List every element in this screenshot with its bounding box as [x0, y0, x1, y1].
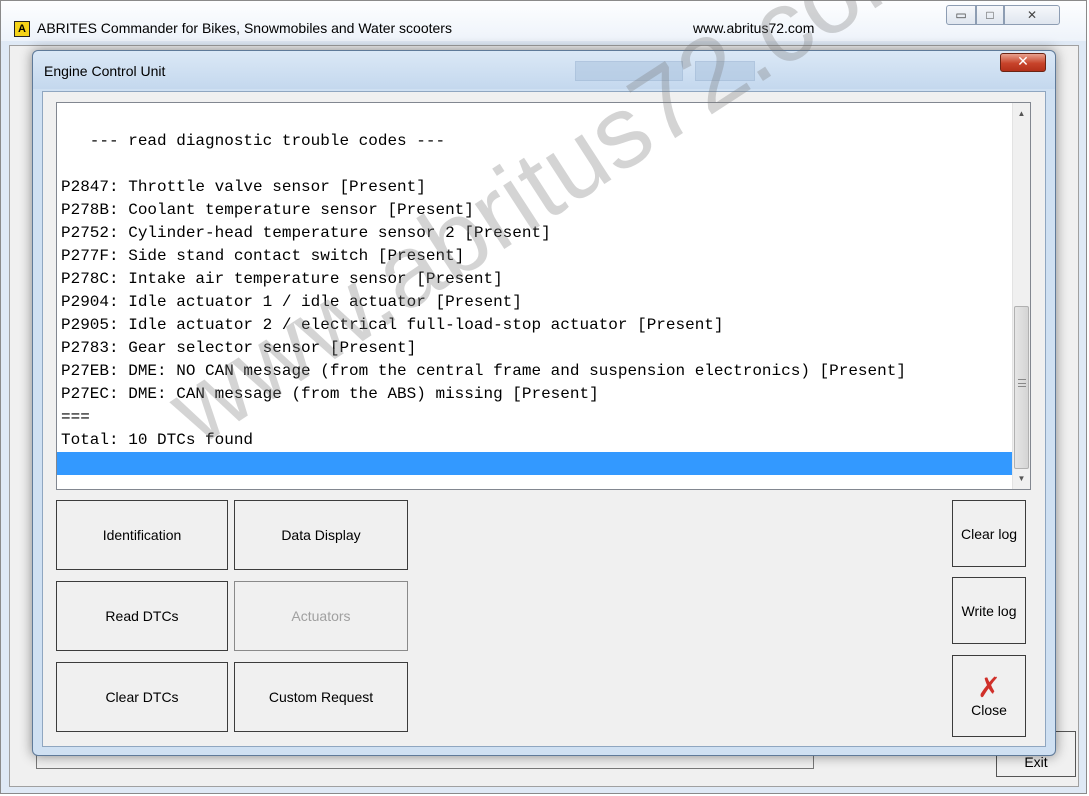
- red-x-icon: ✗: [977, 671, 1001, 704]
- log-line: P278C: Intake air temperature sensor [Pr…: [61, 270, 503, 288]
- log-line: P2783: Gear selector sensor [Present]: [61, 339, 417, 357]
- dialog-body: --- read diagnostic trouble codes --- P28…: [42, 91, 1046, 747]
- log-line: Total: 10 DTCs found: [61, 431, 254, 449]
- clear-log-button[interactable]: Clear log: [952, 500, 1026, 567]
- close-button-label: Close: [971, 702, 1007, 718]
- maximize-icon[interactable]: □: [976, 5, 1004, 25]
- log-lines: --- read diagnostic trouble codes --- P28…: [57, 107, 1030, 475]
- actuators-button[interactable]: Actuators: [234, 581, 408, 651]
- app-title: ABRITES Commander for Bikes, Snowmobiles…: [37, 20, 452, 36]
- log-scrollbar[interactable]: ▲ ▼: [1012, 103, 1030, 489]
- log-line: --- read diagnostic trouble codes ---: [61, 132, 446, 150]
- log-line: ===: [61, 408, 90, 426]
- write-log-button[interactable]: Write log: [952, 577, 1026, 644]
- engine-control-unit-dialog: Engine Control Unit ✕ --- read diagnosti…: [32, 50, 1056, 756]
- close-button[interactable]: ✗ Close: [952, 655, 1026, 737]
- identification-button[interactable]: Identification: [56, 500, 228, 570]
- clear-dtcs-button[interactable]: Clear DTCs: [56, 662, 228, 732]
- background-ghost-button: [575, 61, 683, 81]
- background-ghost-button: [695, 61, 755, 81]
- minimize-icon[interactable]: ▭: [946, 5, 976, 25]
- log-line: P2752: Cylinder-head temperature sensor …: [61, 224, 551, 242]
- log-line: P27EC: DME: CAN message (from the ABS) m…: [61, 385, 599, 403]
- data-display-button[interactable]: Data Display: [234, 500, 408, 570]
- dialog-title: Engine Control Unit: [44, 63, 166, 79]
- read-dtcs-button[interactable]: Read DTCs: [56, 581, 228, 651]
- log-line: P278B: Coolant temperature sensor [Prese…: [61, 201, 474, 219]
- log-line: P277F: Side stand contact switch [Presen…: [61, 247, 465, 265]
- custom-request-button[interactable]: Custom Request: [234, 662, 408, 732]
- main-titlebar: A ABRITES Commander for Bikes, Snowmobil…: [1, 1, 1086, 41]
- log-output[interactable]: --- read diagnostic trouble codes --- P28…: [56, 102, 1031, 490]
- scroll-down-arrow-icon[interactable]: ▼: [1013, 470, 1030, 487]
- grip-icon: [1018, 379, 1026, 387]
- log-line: P2905: Idle actuator 2 / electrical full…: [61, 316, 724, 334]
- app-logo-icon: A: [14, 21, 30, 37]
- dialog-close-icon[interactable]: ✕: [1000, 53, 1046, 72]
- scroll-up-arrow-icon[interactable]: ▲: [1013, 105, 1030, 122]
- dialog-titlebar: Engine Control Unit ✕: [33, 51, 1055, 89]
- log-line: P2904: Idle actuator 1 / idle actuator […: [61, 293, 522, 311]
- app-url: www.abritus72.com: [693, 20, 815, 36]
- log-line: P27EB: DME: NO CAN message (from the cen…: [61, 362, 906, 380]
- log-line: [57, 452, 1023, 475]
- log-line: P2847: Throttle valve sensor [Present]: [61, 178, 426, 196]
- window-controls: ▭ □ ✕: [946, 5, 1078, 27]
- scrollbar-thumb[interactable]: [1014, 306, 1029, 469]
- window-close-icon[interactable]: ✕: [1004, 5, 1060, 25]
